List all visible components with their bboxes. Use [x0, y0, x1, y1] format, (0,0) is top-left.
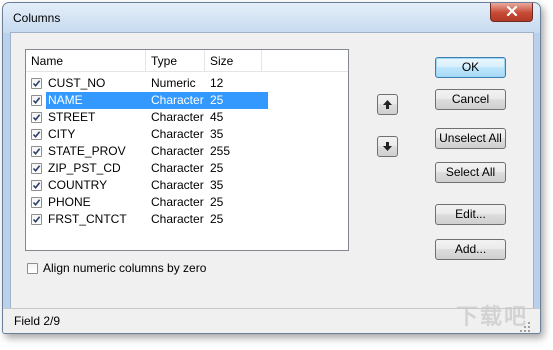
align-numeric-checkbox[interactable] [27, 263, 38, 274]
cell-size: 25 [210, 161, 224, 175]
cancel-button[interactable]: Cancel [435, 89, 506, 110]
row-checkbox[interactable] [31, 214, 42, 225]
column-header-filler [262, 50, 348, 72]
table-row[interactable]: CUST_NO Numeric 12 [26, 75, 268, 92]
row-checkbox[interactable] [31, 163, 42, 174]
move-up-button[interactable] [377, 94, 398, 115]
row-checkbox[interactable] [31, 112, 42, 123]
cell-name: ZIP_PST_CD [48, 161, 121, 175]
unselect-all-button[interactable]: Unselect All [435, 128, 506, 149]
row-checkbox[interactable] [31, 197, 42, 208]
columns-list[interactable]: Name Type Size CUST_NO Numeric 12 NAME Chara… [25, 49, 349, 251]
checkmark-icon [32, 148, 41, 156]
cell-type: Character [151, 212, 204, 226]
checkmark-icon [32, 97, 41, 105]
dialog-body: Name Type Size CUST_NO Numeric 12 NAME Chara… [10, 32, 534, 310]
cell-size: 35 [210, 127, 224, 141]
table-row[interactable]: NAME Character 25 [26, 92, 268, 109]
cell-type: Character [151, 110, 204, 124]
row-checkbox[interactable] [31, 146, 42, 157]
cell-name: STATE_PROV [48, 144, 126, 158]
columns-dialog: Columns Name Type Size CUST_NO Numeric 12 N… [2, 2, 541, 334]
add-button[interactable]: Add... [435, 239, 506, 260]
checkmark-icon [32, 131, 41, 139]
cell-type: Character [151, 178, 204, 192]
cell-name: CUST_NO [48, 76, 106, 90]
checkmark-icon [32, 80, 41, 88]
cell-name: STREET [48, 110, 96, 124]
cell-type: Character [146, 92, 205, 109]
arrow-down-icon [383, 142, 392, 151]
status-text: Field 2/9 [14, 314, 61, 328]
row-checkbox[interactable] [31, 180, 42, 191]
table-row[interactable]: STATE_PROV Character 255 [26, 143, 268, 160]
list-header: Name Type Size [26, 50, 348, 73]
align-numeric-label: Align numeric columns by zero [43, 261, 207, 275]
status-bar: Field 2/9 下载吧 [3, 304, 540, 333]
move-down-button[interactable] [377, 136, 398, 157]
table-row[interactable]: FRST_CNTCT Character 25 [26, 211, 268, 228]
title-bar[interactable]: Columns [3, 3, 540, 33]
table-row[interactable]: COUNTRY Character 35 [26, 177, 268, 194]
row-checkbox[interactable] [31, 129, 42, 140]
cell-size: 25 [210, 195, 224, 209]
table-row[interactable]: PHONE Character 25 [26, 194, 268, 211]
cell-size: 45 [210, 110, 224, 124]
checkmark-icon [32, 216, 41, 224]
column-header-type[interactable]: Type [146, 50, 205, 72]
row-checkbox[interactable] [31, 95, 42, 106]
table-row[interactable]: STREET Character 45 [26, 109, 268, 126]
cell-name: COUNTRY [48, 178, 108, 192]
cell-type: Numeric [151, 76, 196, 90]
column-header-size[interactable]: Size [205, 50, 262, 72]
table-row[interactable]: ZIP_PST_CD Character 25 [26, 160, 268, 177]
table-row[interactable]: CITY Character 35 [26, 126, 268, 143]
cell-size: 12 [210, 76, 224, 90]
close-button[interactable] [490, 3, 533, 22]
cell-size: 25 [205, 92, 268, 109]
cell-size: 25 [210, 212, 224, 226]
cell-type: Character [151, 144, 204, 158]
column-header-name[interactable]: Name [26, 50, 146, 72]
select-all-button[interactable]: Select All [435, 162, 506, 183]
cell-name: NAME [46, 92, 146, 109]
window-title: Columns [13, 11, 61, 25]
checkmark-icon [32, 199, 41, 207]
resize-grip-icon[interactable] [520, 322, 530, 332]
watermark-logo: 下载吧 [455, 304, 528, 329]
close-icon [506, 5, 517, 17]
cell-type: Character [151, 161, 204, 175]
cell-type: Character [151, 127, 204, 141]
checkmark-icon [32, 165, 41, 173]
checkmark-icon [32, 114, 41, 122]
ok-button[interactable]: OK [435, 57, 506, 78]
cell-size: 35 [210, 178, 224, 192]
edit-button[interactable]: Edit... [435, 204, 506, 225]
cell-name: PHONE [48, 195, 91, 209]
row-checkbox[interactable] [31, 78, 42, 89]
checkmark-icon [32, 182, 41, 190]
cell-name: CITY [48, 127, 76, 141]
arrow-up-icon [383, 100, 392, 109]
cell-name: FRST_CNTCT [48, 212, 127, 226]
cell-type: Character [151, 195, 204, 209]
cell-size: 255 [210, 144, 231, 158]
